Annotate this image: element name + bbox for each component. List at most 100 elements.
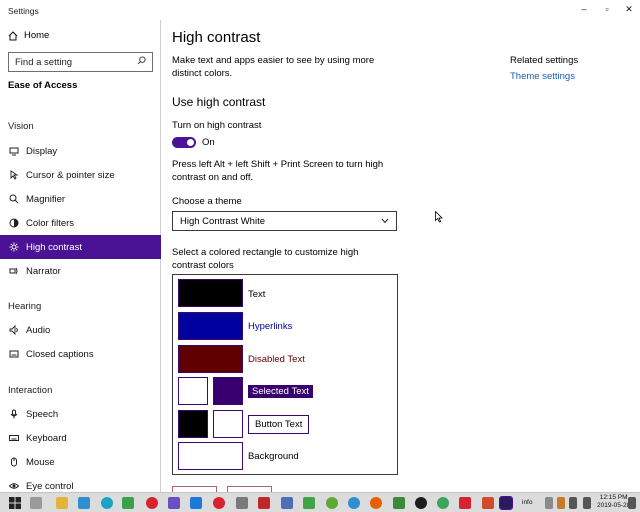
opera-icon[interactable] bbox=[146, 497, 158, 509]
mouse-pointer-icon bbox=[435, 210, 443, 223]
windows-start-icon[interactable] bbox=[9, 497, 21, 509]
app-icon[interactable] bbox=[236, 497, 248, 509]
app-icon[interactable] bbox=[190, 497, 202, 509]
app-icon[interactable] bbox=[326, 497, 338, 509]
volume-icon[interactable] bbox=[583, 497, 591, 509]
disabled-text-color-label: Disabled Text bbox=[248, 354, 305, 365]
minimize-button[interactable]: – bbox=[577, 2, 591, 16]
firefox-icon[interactable] bbox=[370, 497, 382, 509]
narrator-icon bbox=[9, 266, 19, 276]
home-nav-item[interactable]: Home bbox=[8, 30, 49, 41]
search-placeholder: Find a setting bbox=[15, 56, 73, 68]
clock-time: 12:15 PM bbox=[599, 494, 628, 501]
sidebar-item-audio[interactable]: Audio bbox=[0, 318, 161, 342]
keyboard-icon bbox=[9, 433, 19, 443]
high-contrast-toggle[interactable] bbox=[172, 137, 196, 148]
close-button[interactable]: ✕ bbox=[622, 2, 636, 16]
app-icon[interactable] bbox=[101, 497, 113, 509]
search-icon bbox=[137, 56, 146, 68]
app-icon[interactable] bbox=[415, 497, 427, 509]
sidebar-item-keyboard[interactable]: Keyboard bbox=[0, 426, 161, 450]
sidebar: Home Find a setting Ease of Access Visio… bbox=[0, 20, 161, 492]
theme-label: Choose a theme bbox=[172, 196, 242, 207]
main-content: High contrast Make text and apps easier … bbox=[161, 20, 640, 494]
captions-icon bbox=[9, 349, 19, 359]
sidebar-item-high-contrast[interactable]: High contrast bbox=[0, 235, 161, 259]
group-title-vision: Vision bbox=[8, 121, 34, 132]
taskbar-clock[interactable]: 12:15 PM 2019-05-28 bbox=[597, 494, 630, 510]
file-explorer-icon[interactable] bbox=[56, 497, 68, 509]
sidebar-item-label: Closed captions bbox=[26, 348, 94, 360]
app-icon[interactable] bbox=[168, 497, 180, 509]
sidebar-item-closed-captions[interactable]: Closed captions bbox=[0, 342, 161, 366]
chevron-down-icon bbox=[381, 216, 389, 227]
background-color-label: Background bbox=[248, 451, 299, 462]
app-icon[interactable] bbox=[303, 497, 315, 509]
vivaldi-icon[interactable] bbox=[459, 497, 471, 509]
opera-icon[interactable] bbox=[213, 497, 225, 509]
cursor-icon bbox=[9, 170, 19, 180]
sidebar-item-label: High contrast bbox=[26, 241, 82, 253]
notification-icon[interactable] bbox=[628, 497, 636, 509]
section-heading: Use high contrast bbox=[172, 95, 266, 109]
colors-instructions: Select a colored rectangle to customize … bbox=[172, 247, 359, 271]
display-icon bbox=[9, 146, 19, 156]
app-icon[interactable] bbox=[122, 497, 134, 509]
sidebar-item-color-filters[interactable]: Color filters bbox=[0, 211, 161, 235]
sidebar-item-label: Speech bbox=[26, 408, 59, 420]
background-color-swatch[interactable] bbox=[178, 442, 243, 470]
theme-settings-link[interactable]: Theme settings bbox=[510, 71, 575, 82]
hyperlink-color-label: Hyperlinks bbox=[248, 321, 293, 332]
toggle-knob bbox=[187, 139, 194, 146]
related-settings-title: Related settings bbox=[510, 55, 579, 66]
sidebar-item-display[interactable]: Display bbox=[0, 139, 161, 163]
sidebar-item-label: Color filters bbox=[26, 217, 75, 229]
group-title-hearing: Hearing bbox=[8, 301, 42, 312]
tray-arrow-icon[interactable] bbox=[545, 497, 553, 509]
home-label: Home bbox=[24, 30, 50, 41]
task-view-icon[interactable] bbox=[30, 497, 42, 509]
sidebar-item-magnifier[interactable]: Magnifier bbox=[0, 187, 161, 211]
theme-dropdown-value: High Contrast White bbox=[180, 215, 266, 227]
taskbar: info 12:15 PM 2019-05-28 bbox=[0, 492, 640, 512]
eye-icon bbox=[9, 481, 19, 491]
disabled-text-color-swatch[interactable] bbox=[178, 345, 243, 373]
sidebar-item-label: Magnifier bbox=[26, 193, 66, 205]
search-input[interactable]: Find a setting bbox=[8, 52, 153, 72]
text-color-swatch[interactable] bbox=[178, 279, 243, 307]
info-label: info bbox=[522, 499, 533, 506]
app-icon[interactable] bbox=[482, 497, 494, 509]
network-icon[interactable] bbox=[569, 497, 577, 509]
color-filter-icon bbox=[9, 218, 19, 228]
hyperlink-color-swatch[interactable] bbox=[178, 312, 243, 340]
sidebar-item-speech[interactable]: Speech bbox=[0, 402, 161, 426]
app-icon[interactable] bbox=[348, 497, 360, 509]
magnifier-icon bbox=[9, 194, 19, 204]
brightness-icon bbox=[9, 242, 19, 252]
selected-text-label: Selected Text bbox=[248, 385, 313, 398]
maximize-button[interactable]: ▫ bbox=[600, 2, 614, 16]
theme-dropdown[interactable]: High Contrast White bbox=[172, 211, 397, 231]
app-icon[interactable] bbox=[78, 497, 90, 509]
chrome-icon[interactable] bbox=[437, 497, 449, 509]
toggle-state-label: On bbox=[202, 137, 215, 148]
microphone-icon bbox=[9, 409, 19, 419]
button-text-label: Button Text bbox=[248, 415, 310, 434]
sidebar-item-label: Mouse bbox=[26, 456, 55, 468]
selected-text-background-swatch[interactable] bbox=[178, 377, 208, 405]
group-title-interaction: Interaction bbox=[8, 385, 53, 396]
app-icon[interactable] bbox=[281, 497, 293, 509]
sidebar-item-cursor[interactable]: Cursor & pointer size bbox=[0, 163, 161, 187]
mouse-icon bbox=[9, 457, 19, 467]
window-title: Settings bbox=[8, 6, 39, 16]
app-icon[interactable] bbox=[393, 497, 405, 509]
settings-gear-icon[interactable] bbox=[499, 496, 513, 510]
selected-text-foreground-swatch[interactable] bbox=[213, 377, 243, 405]
sidebar-item-mouse[interactable]: Mouse bbox=[0, 450, 161, 474]
sidebar-item-narrator[interactable]: Narrator bbox=[0, 259, 161, 283]
sidebar-item-label: Eye control bbox=[26, 480, 74, 492]
tray-icon[interactable] bbox=[557, 497, 565, 509]
button-text-foreground-swatch[interactable] bbox=[213, 410, 243, 438]
button-text-background-swatch[interactable] bbox=[178, 410, 208, 438]
app-icon[interactable] bbox=[258, 497, 270, 509]
